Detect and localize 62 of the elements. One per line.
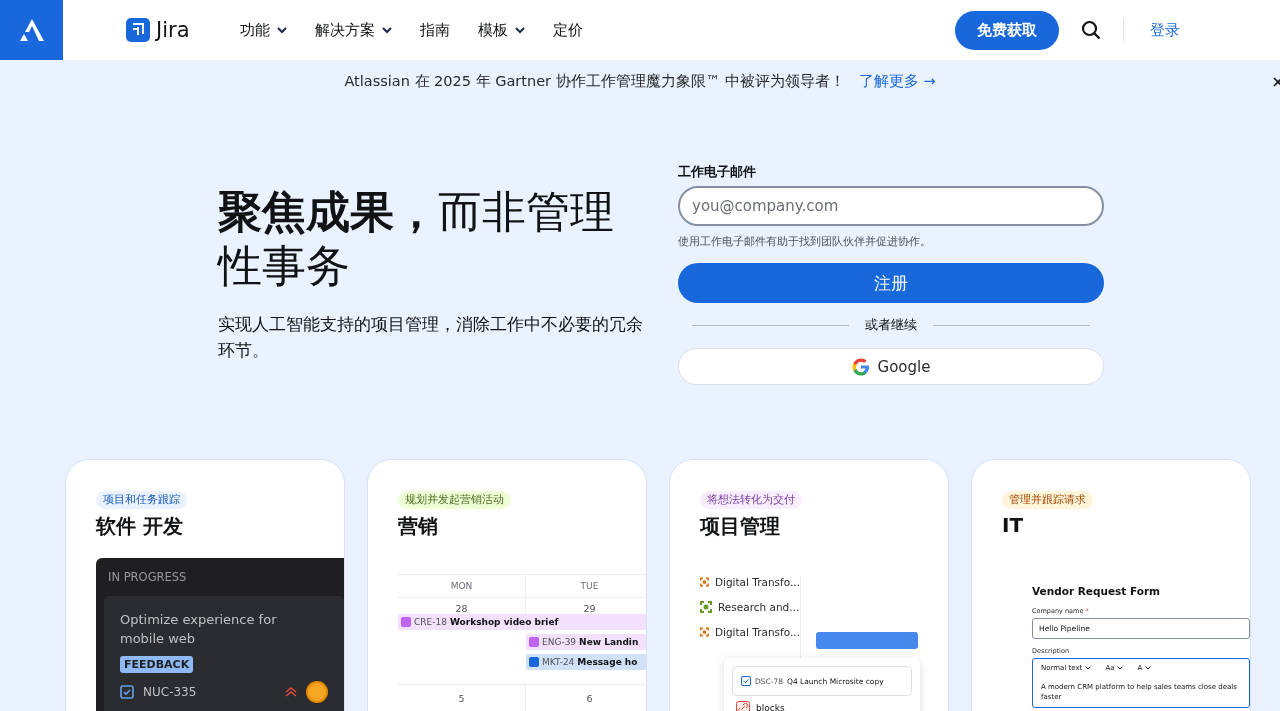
nav-menu-item[interactable]: 定价	[542, 14, 593, 46]
link-type: blocks	[756, 703, 785, 711]
get-free-button[interactable]: 免费获取	[955, 10, 1059, 50]
date-number: 28	[398, 598, 526, 614]
date-number: 6	[526, 685, 646, 711]
hero-subtitle: 实现人工智能支持的项目管理，消除工作中不必要的冗余环节。	[218, 313, 644, 362]
column-header: IN PROGRESS	[107, 570, 188, 584]
chevron-down-icon	[1145, 666, 1152, 670]
card-title: 软件 开发	[96, 513, 184, 540]
feature-card[interactable]: 规划并发起营销活动 营销 MON TUE 28 29 CRE-18 Workshop video brief ENG-39 New Landin MKT-24 Message ho 5 6	[367, 459, 647, 711]
checkbox-icon	[120, 685, 134, 699]
announcement-text: Atlassian 在 2025 年 Gartner 协作工作管理魔力象限™ 中被评为领导者！	[344, 72, 845, 91]
chevron-down-icon	[1117, 666, 1124, 670]
nav-menu-item[interactable]: 功能	[229, 14, 297, 46]
signup-button[interactable]: 注册	[678, 263, 1104, 303]
search-icon[interactable]	[1081, 20, 1101, 40]
google-logo-icon	[851, 357, 870, 376]
chevron-down-icon	[1085, 666, 1092, 670]
date-number: 5	[398, 685, 526, 711]
calendar-event: CRE-18 Workshop video brief	[398, 614, 646, 630]
weekday-label: TUE	[526, 575, 646, 598]
nav-menu-item[interactable]: 指南	[409, 14, 460, 46]
divider-text: 或者继续	[865, 317, 917, 334]
close-icon[interactable]	[1273, 77, 1280, 87]
feature-card[interactable]: 项目和任务跟踪 软件 开发 IN PROGRESS Optimize experience for mobile web FEEDBACK NUC-335	[65, 459, 345, 711]
email-label: 工作电子邮件	[678, 163, 757, 181]
product-name[interactable]: Jira	[156, 18, 190, 42]
chevron-down-icon	[514, 26, 525, 34]
login-link[interactable]: 登录	[1146, 20, 1180, 40]
calendar-event: ENG-39 New Landin	[526, 634, 646, 650]
avatar	[306, 681, 328, 703]
learn-more-link[interactable]: 了解更多 →	[858, 72, 936, 91]
calendar-event: MKT-24 Message ho	[526, 654, 646, 670]
email-hint: 使用工作电子邮件有助于找到团队伙伴并促进协作。	[678, 234, 932, 249]
date-number: 29	[526, 598, 646, 614]
chevron-down-icon	[381, 26, 392, 34]
epic-name: Digital Transfo...	[714, 626, 800, 638]
card-title: 项目管理	[700, 513, 781, 540]
nav-menu-item[interactable]: 模板	[467, 14, 535, 46]
link-icon	[736, 701, 750, 711]
category-tag: 管理并跟踪请求	[1002, 491, 1093, 509]
issue-key: NUC-335	[143, 685, 197, 699]
jira-logo-icon[interactable]	[126, 18, 150, 42]
checkbox-icon	[741, 676, 751, 686]
category-tag: 项目和任务跟踪	[96, 491, 187, 509]
atlassian-logo[interactable]	[0, 0, 63, 60]
issue-title: Optimize experience for mobile web	[120, 611, 278, 648]
epic-name: Digital Transfo...	[714, 576, 800, 588]
epic-name: Research and...	[718, 601, 800, 613]
category-tag: 将想法转化为交付	[700, 491, 802, 509]
form-title: Vendor Request Form	[1032, 585, 1162, 597]
priority-icon	[285, 687, 297, 697]
hero-title: 聚焦成果，而非管理性事务	[218, 185, 615, 293]
chevron-down-icon	[276, 26, 287, 34]
card-title: IT	[1002, 513, 1025, 537]
email-field[interactable]: you@company.com	[678, 186, 1104, 226]
google-button[interactable]: Google	[678, 348, 1104, 385]
issue-label: FEEDBACK	[120, 656, 194, 673]
category-tag: 规划并发起营销活动	[398, 491, 511, 509]
card-title: 营销	[398, 513, 439, 540]
weekday-label: MON	[398, 575, 526, 598]
nav-menu-item[interactable]: 解决方案	[304, 14, 402, 46]
